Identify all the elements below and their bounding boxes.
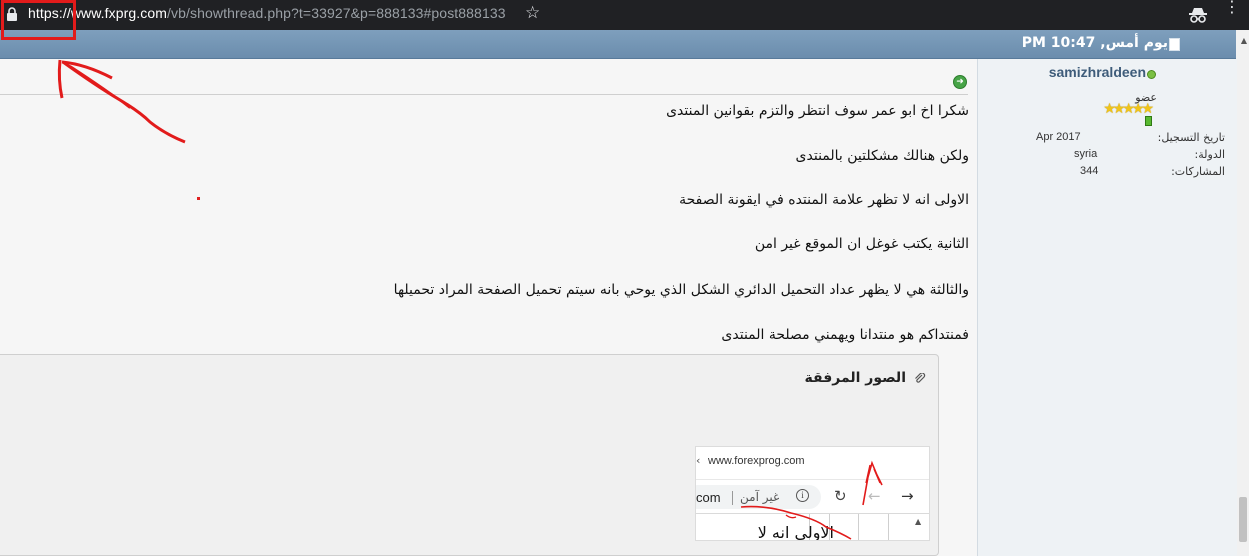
join-date-label: تاريخ التسجيل: bbox=[1157, 131, 1225, 144]
reputation-bar bbox=[1145, 116, 1152, 126]
post-status-arrow-icon: ➜ bbox=[953, 75, 967, 89]
post-document-icon bbox=[1169, 38, 1180, 51]
content-divider bbox=[0, 94, 968, 95]
join-date-value: Apr 2017 bbox=[1036, 131, 1081, 143]
annotation-highlight-box bbox=[1, 0, 76, 40]
country-label: الدولة: bbox=[1194, 148, 1225, 161]
message-line: ولكن هنالك مشكلتين بالمنتدى bbox=[795, 148, 969, 164]
url-domain: www.fxprg.com bbox=[70, 5, 168, 21]
attachments-title: الصور المرفقة bbox=[804, 370, 906, 386]
thumb-red-scribbles bbox=[740, 460, 883, 540]
message-line: والثالثة هي لا يظهر عداد التحميل الدائري… bbox=[393, 282, 969, 298]
scrollbar-thumb[interactable] bbox=[1239, 497, 1247, 542]
menu-icon[interactable]: ⋮ bbox=[1224, 0, 1240, 15]
online-status-icon bbox=[1147, 70, 1156, 79]
address-bar[interactable]: https://www.fxprg.com/vb/showthread.php?… bbox=[28, 5, 506, 21]
country-value: syria bbox=[1074, 148, 1098, 160]
post-date: يوم أمس, 10:47 PM bbox=[1021, 35, 1168, 51]
message-line: الاولى انه لا تظهر علامة المنتده في ايقو… bbox=[679, 192, 969, 208]
attachment-thumbnail[interactable]: ‹ www.forexprog.com com غير آمن i ↻ ← → … bbox=[695, 446, 930, 541]
posts-value: 344 bbox=[1080, 165, 1099, 177]
message-line: شكرا اخ ابو عمر سوف انتظر والتزم بقوانين… bbox=[666, 103, 969, 119]
post-header-bar: يوم أمس, 10:47 PM bbox=[0, 30, 1236, 80]
username-link[interactable]: samizhraldeen bbox=[1049, 64, 1146, 80]
message-line: فمنتداكم هو منتدانا ويهمني مصلحة المنتدى bbox=[721, 327, 969, 343]
user-info-panel: samizhraldeen عضو ★★★★★ تاريخ التسجيل: A… bbox=[977, 59, 1237, 556]
browser-toolbar: https://www.fxprg.com/vb/showthread.php?… bbox=[0, 0, 1249, 30]
bookmark-star-icon[interactable]: ☆ bbox=[525, 3, 540, 23]
scroll-up-icon[interactable]: ▲ bbox=[1241, 36, 1247, 45]
url-path: /vb/showthread.php?t=33927&p=888133#post… bbox=[167, 5, 506, 21]
message-line: الثانية يكتب غوغل ان الموقع غير امن bbox=[754, 236, 969, 252]
paperclip-icon bbox=[915, 373, 926, 383]
user-rank-stars-icon: ★★★★★ bbox=[1103, 101, 1154, 117]
stray-red-dot bbox=[197, 197, 200, 200]
posts-label: المشاركات: bbox=[1171, 165, 1225, 178]
incognito-icon[interactable] bbox=[1188, 6, 1208, 24]
page-scrollbar[interactable] bbox=[1235, 30, 1249, 556]
